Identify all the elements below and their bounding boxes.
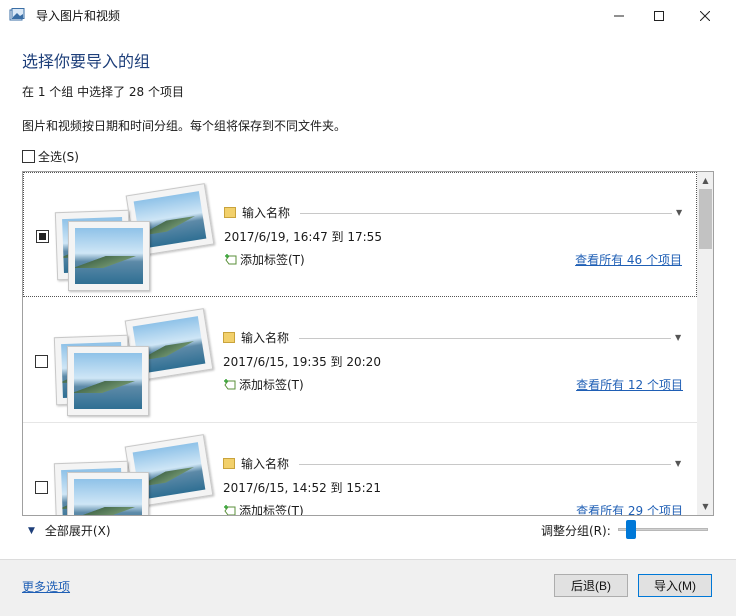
group-thumbnails [51,308,216,416]
folder-icon [223,332,235,343]
title-bar: 导入图片和视频 [0,0,736,31]
import-button[interactable]: 导入(M) [638,574,712,597]
close-icon [700,10,710,21]
view-all-link[interactable]: 查看所有 12 个项目 [576,376,683,393]
group-name-field[interactable]: 输入名称 [223,455,289,472]
select-all-box[interactable] [22,150,35,163]
add-tag-button[interactable]: 添加标签(T) [224,251,305,268]
slider-thumb[interactable] [626,520,636,539]
add-tag-button[interactable]: 添加标签(T) [223,502,304,516]
selection-summary: 在 1 个组 中选择了 28 个项目 [22,85,184,99]
tag-add-icon [224,504,236,515]
minimize-icon [614,15,624,16]
adjust-groups-label: 调整分组(R): [541,524,611,538]
dialog-footer: 更多选项 后退(B) 导入(M) [0,559,736,616]
maximize-icon [654,10,664,21]
group-item[interactable]: 输入名称 ▼ 2017/6/19, 16:47 到 17:55 添加标签(T) … [23,172,697,297]
close-button[interactable] [682,0,728,31]
photo-thumbnail [68,221,150,291]
group-checkbox[interactable] [36,230,49,243]
scroll-down-icon[interactable]: ▼ [697,498,713,515]
group-name-field[interactable]: 输入名称 [223,329,289,346]
add-tag-label: 添加标签(T) [240,253,305,267]
group-name-placeholder: 输入名称 [242,206,291,220]
add-tag-button[interactable]: 添加标签(T) [223,376,304,393]
group-thumbnails [52,183,217,291]
chevron-down-icon[interactable]: ▼ [675,333,681,342]
group-name-placeholder: 输入名称 [241,457,290,471]
scrollbar-thumb[interactable] [699,189,712,249]
more-options-link[interactable]: 更多选项 [22,578,70,595]
folder-icon [224,207,236,218]
chevron-down-icon[interactable]: ▼ [676,208,682,217]
add-tag-label: 添加标签(T) [239,504,304,516]
tag-add-icon [225,253,237,264]
photo-thumbnail [67,346,149,416]
group-name-placeholder: 输入名称 [241,331,290,345]
group-list[interactable]: 输入名称 ▼ 2017/6/19, 16:47 到 17:55 添加标签(T) … [22,171,714,516]
group-date-range: 2017/6/19, 16:47 到 17:55 [224,230,382,244]
photo-thumbnail [67,472,149,515]
expand-all-label: 全部展开(X) [44,524,111,538]
back-button[interactable]: 后退(B) [554,574,628,597]
grouping-description: 图片和视频按日期和时间分组。每个组将保存到不同文件夹。 [22,119,347,133]
adjust-groups-slider[interactable] [618,520,710,539]
select-all-checkbox[interactable]: 全选(S) [22,148,79,165]
group-name-field[interactable]: 输入名称 [224,204,290,221]
window-title: 导入图片和视频 [36,9,121,23]
expand-all-button[interactable]: ▼ 全部展开(X) [28,522,111,539]
group-checkbox[interactable] [35,355,48,368]
scroll-up-icon[interactable]: ▲ [697,172,713,189]
page-title: 选择你要导入的组 [22,52,151,71]
select-all-label: 全选(S) [38,150,79,164]
group-date-range: 2017/6/15, 14:52 到 15:21 [223,481,381,495]
group-item[interactable]: 输入名称 ▼ 2017/6/15, 14:52 到 15:21 添加标签(T) … [23,424,697,516]
maximize-button[interactable] [636,0,682,31]
group-checkbox[interactable] [35,481,48,494]
group-date-range: 2017/6/15, 19:35 到 20:20 [223,355,381,369]
view-all-link[interactable]: 查看所有 46 个项目 [575,251,682,268]
view-all-link[interactable]: 查看所有 29 个项目 [576,502,683,515]
photos-app-icon [9,8,25,21]
tag-add-icon [224,378,236,389]
add-tag-label: 添加标签(T) [239,378,304,392]
group-item[interactable]: 输入名称 ▼ 2017/6/15, 19:35 到 20:20 添加标签(T) … [23,298,697,423]
list-scrollbar[interactable]: ▲ ▼ [697,172,713,515]
folder-icon [223,458,235,469]
chevron-down-icon: ▼ [28,525,35,536]
chevron-down-icon[interactable]: ▼ [675,459,681,468]
group-thumbnails [51,434,216,515]
